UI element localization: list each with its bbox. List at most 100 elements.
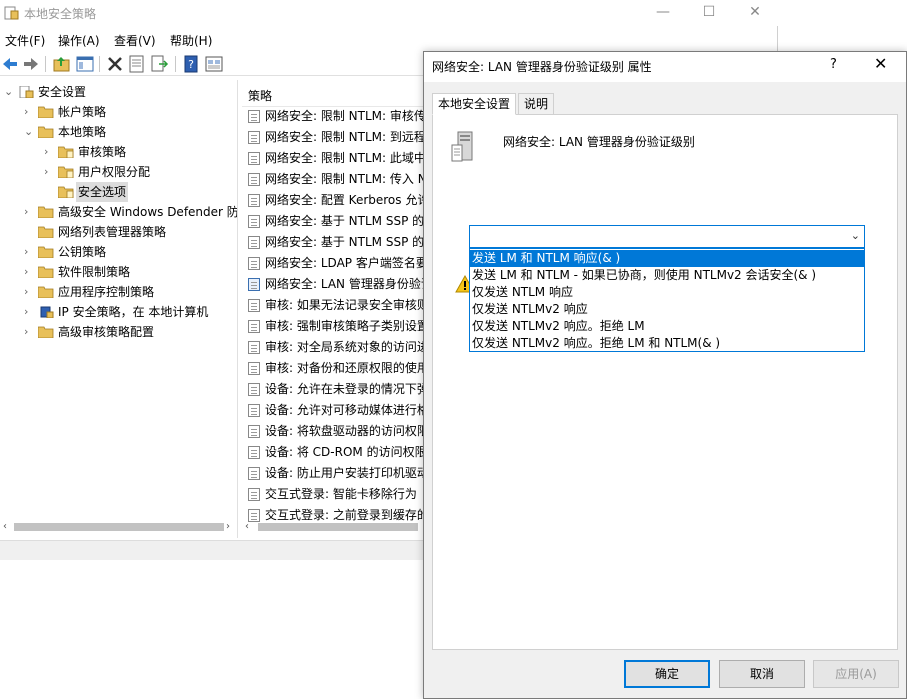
dropdown-option[interactable]: 发送 LM 和 NTLM - 如果已协商，则使用 NTLMv2 会话安全(& ): [470, 267, 864, 284]
menu-file[interactable]: 文件(F): [5, 32, 45, 49]
tree-item[interactable]: ⌄ 安全设置: [0, 82, 237, 102]
menubar: 文件(F) 操作(A) 查看(V) 帮助(H): [0, 29, 778, 49]
tree-item[interactable]: › 应用程序控制策略: [0, 282, 237, 302]
folder-icon: [38, 326, 54, 338]
tree-item-label: 本地策略: [58, 125, 107, 139]
tree-item-label: 帐户策略: [58, 105, 107, 119]
main-titlebar[interactable]: 本地安全策略 — ☐ ✕: [0, 0, 778, 26]
chevron-down-icon[interactable]: ⌄: [24, 122, 34, 142]
tree-item-label: 高级审核策略配置: [58, 325, 155, 339]
chevron-right-icon[interactable]: ›: [44, 162, 54, 182]
tree-item-label: 安全设置: [38, 85, 87, 99]
tree-item[interactable]: ⌄ 本地策略: [0, 122, 237, 142]
chevron-right-icon[interactable]: ›: [24, 322, 34, 342]
minimize-button[interactable]: —: [640, 0, 686, 26]
mmc-console-icon[interactable]: [204, 54, 224, 74]
cancel-button[interactable]: 取消: [719, 660, 805, 688]
chevron-down-icon[interactable]: ⌄: [851, 229, 860, 242]
policy-row-label: 网络安全: LAN 管理器身份验证级别: [265, 277, 426, 291]
policy-row-label: 设备: 允许在未登录的情况下弹出: [265, 382, 426, 396]
dropdown-option[interactable]: 仅发送 NTLMv2 响应: [470, 301, 864, 318]
chevron-right-icon[interactable]: ›: [24, 242, 34, 262]
policy-row-label: 设备: 防止用户安装打印机驱动程序: [265, 466, 426, 480]
tab-explain[interactable]: 说明: [518, 93, 555, 115]
tree-item[interactable]: › 帐户策略: [0, 102, 237, 122]
properties-icon[interactable]: [127, 54, 147, 74]
delete-icon[interactable]: [105, 54, 125, 74]
chevron-right-icon[interactable]: ›: [24, 282, 34, 302]
scroll-left-icon[interactable]: ‹: [245, 520, 249, 534]
folder-icon: [38, 106, 54, 118]
scroll-thumb[interactable]: [14, 523, 224, 531]
dialog-help-button[interactable]: ?: [830, 57, 837, 72]
tree-item[interactable]: › 审核策略: [0, 142, 237, 162]
policy-icon: [248, 173, 260, 186]
tree-item[interactable]: › 公钥策略: [0, 242, 237, 262]
server-policy-icon: [451, 131, 473, 162]
policy-icon: [248, 278, 260, 291]
policy-list-pane[interactable]: 策略 网络安全: 限制 NTLM: 审核传入 NTLM 流量网络安全: 限制 N…: [242, 80, 426, 538]
properties-dialog: 网络安全: LAN 管理器身份验证级别 属性 ? ✕ 本地安全设置 说明 网络安…: [423, 51, 907, 699]
forward-arrow-icon[interactable]: [21, 54, 41, 74]
menu-action[interactable]: 操作(A): [58, 32, 100, 49]
policy-icon: [248, 299, 260, 312]
folder-icon: [38, 286, 54, 298]
chevron-right-icon[interactable]: ›: [44, 142, 54, 162]
tree-item[interactable]: › 用户权限分配: [0, 162, 237, 182]
tree-horizontal-scrollbar[interactable]: ‹ ›: [0, 520, 237, 534]
tree-item[interactable]: 安全选项: [0, 182, 237, 202]
dropdown-option[interactable]: 仅发送 NTLMv2 响应。拒绝 LM: [470, 318, 864, 335]
tree-item[interactable]: › 高级审核策略配置: [0, 322, 237, 342]
dialog-close-button[interactable]: ✕: [874, 54, 887, 73]
tree-item[interactable]: › IP 安全策略，在 本地计算机: [0, 302, 237, 322]
policy-icon: [248, 362, 260, 375]
ok-button[interactable]: 确定: [624, 660, 710, 688]
menu-help[interactable]: 帮助(H): [170, 32, 212, 49]
policy-row-label: 审核: 对备份和还原权限的使用进行审核: [265, 361, 426, 375]
tree-item[interactable]: › 高级安全 Windows Defender 防火墙: [0, 202, 237, 222]
toolbar-separator: [99, 56, 100, 72]
policy-icon: [248, 446, 260, 459]
policy-row-label: 审核: 强制审核策略子类别设置: [265, 319, 426, 333]
scroll-thumb[interactable]: [258, 523, 418, 531]
policy-row-label: 交互式登录: 智能卡移除行为: [265, 487, 417, 501]
chevron-right-icon[interactable]: ›: [24, 302, 34, 322]
scroll-right-icon[interactable]: ›: [226, 520, 230, 534]
tree-item-label: 网络列表管理器策略: [58, 225, 167, 239]
dialog-titlebar[interactable]: 网络安全: LAN 管理器身份验证级别 属性 ? ✕: [424, 52, 906, 82]
tree-pane[interactable]: ⌄ 安全设置 › 帐户策略 ⌄ 本地策略 › 审核策略 › 用户权限分配 安全选项 › 高级安全 Win…: [0, 80, 238, 538]
close-button[interactable]: ✕: [732, 0, 778, 26]
dropdown-option[interactable]: 仅发送 NTLM 响应: [470, 284, 864, 301]
auth-level-combobox[interactable]: ⌄: [469, 225, 865, 248]
export-list-icon[interactable]: [149, 54, 169, 74]
auth-level-dropdown-list[interactable]: 发送 LM 和 NTLM 响应(& ) 发送 LM 和 NTLM - 如果已协商，…: [469, 248, 865, 352]
tree-item[interactable]: › 软件限制策略: [0, 262, 237, 282]
policy-row-label: 审核: 对全局系统对象的访问进行审核: [265, 340, 426, 354]
dropdown-option[interactable]: 仅发送 NTLMv2 响应。拒绝 LM 和 NTLM(& ): [470, 335, 864, 352]
help-book-icon[interactable]: ?: [181, 54, 201, 74]
policy-row-label: 审核: 如果无法记录安全审核则立即关闭系统: [265, 298, 426, 312]
tab-local-security-setting[interactable]: 本地安全设置: [432, 93, 517, 115]
chevron-down-icon[interactable]: ⌄: [4, 82, 14, 102]
tab-panel: 网络安全: LAN 管理器身份验证级别 ⌄ 发送 LM 和 NTLM 响应(& …: [432, 114, 898, 650]
policy-row-label: 设备: 将 CD-ROM 的访问权限仅限于本地登录的用户: [265, 445, 426, 459]
tree-item[interactable]: 网络列表管理器策略: [0, 222, 237, 242]
list-horizontal-scrollbar[interactable]: ‹: [242, 520, 426, 534]
apply-button[interactable]: 应用(A): [813, 660, 899, 688]
policy-icon: [248, 215, 260, 228]
chevron-right-icon[interactable]: ›: [24, 202, 34, 222]
chevron-right-icon[interactable]: ›: [24, 102, 34, 122]
up-folder-icon[interactable]: [52, 54, 72, 74]
policy-row-label: 网络安全: 配置 Kerberos 允许的加密类型: [265, 193, 426, 207]
maximize-button[interactable]: ☐: [686, 0, 732, 26]
scroll-left-icon[interactable]: ‹: [3, 520, 7, 534]
show-tree-icon[interactable]: [75, 54, 95, 74]
chevron-right-icon[interactable]: ›: [24, 262, 34, 282]
policy-icon: [248, 383, 260, 396]
dropdown-option[interactable]: 发送 LM 和 NTLM 响应(& ): [470, 250, 864, 267]
back-arrow-icon[interactable]: [0, 54, 20, 74]
folder-icon: [38, 126, 54, 138]
column-header-policy[interactable]: 策略: [248, 87, 272, 104]
policy-row-label: 网络安全: 基于 NTLM SSP 的(包括安全 RPC)服务器的最小会话安全: [265, 235, 426, 249]
menu-view[interactable]: 查看(V): [114, 32, 156, 49]
